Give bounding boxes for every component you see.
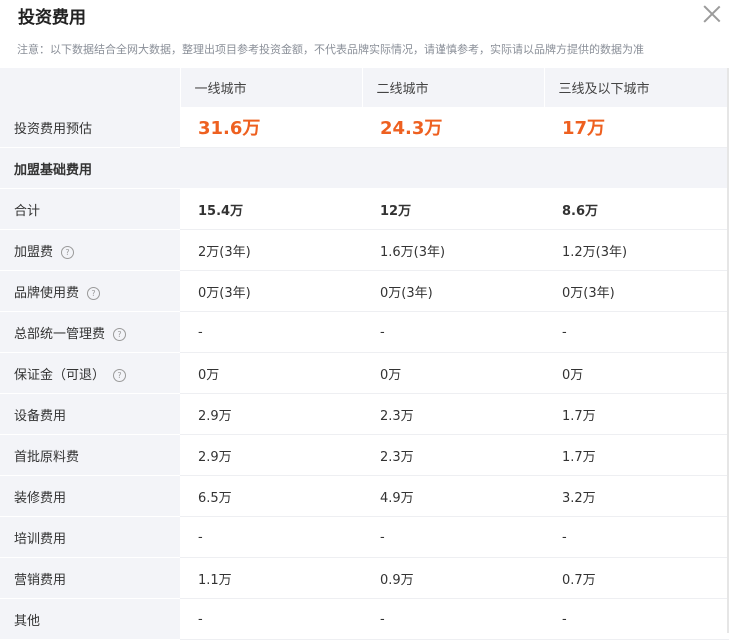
row-label-text: 营销费用 — [14, 572, 67, 588]
cell-value: 0.7万 — [544, 557, 729, 599]
cell-value: 1.6万(3年) — [362, 229, 544, 271]
row-label-text: 加盟费 — [14, 244, 54, 260]
table-row: 总部统一管理费? - - - — [0, 311, 729, 353]
row-label-text: 保证金（可退） — [14, 367, 106, 383]
close-icon[interactable] — [702, 4, 722, 24]
header-empty-cell — [0, 68, 180, 107]
cell-value: 1.7万 — [544, 393, 729, 435]
row-label-text: 设备费用 — [14, 408, 67, 424]
column-header-tier3: 三线及以下城市 — [543, 68, 729, 107]
row-label-text: 总部统一管理费 — [14, 326, 106, 342]
table-header-row: 一线城市 二线城市 三线及以下城市 — [0, 68, 729, 107]
cell-value: 8.6万 — [544, 188, 729, 230]
row-label-text: 装修费用 — [14, 490, 67, 506]
estimate-value-tier1: 31.6万 — [180, 107, 362, 148]
row-label-text: 首批原料费 — [14, 449, 80, 465]
estimate-row: 投资费用预估 31.6万 24.3万 17万 — [0, 107, 729, 148]
help-icon[interactable]: ? — [87, 286, 101, 300]
row-label-text: 合计 — [14, 203, 41, 219]
dialog-header: 投资费用 — [0, 0, 729, 30]
cell-value: - — [180, 311, 362, 353]
estimate-value-tier3: 17万 — [544, 107, 729, 148]
row-label: 首批原料费 — [0, 434, 180, 476]
cell-value: - — [180, 598, 362, 640]
cell-value: 2.3万 — [362, 393, 544, 435]
table-row: 合计 15.4万 12万 8.6万 — [0, 188, 729, 230]
cell-value: - — [362, 311, 544, 353]
cell-value: 0万(3年) — [362, 270, 544, 312]
help-icon[interactable]: ? — [113, 368, 127, 382]
investment-table: 一线城市 二线城市 三线及以下城市 投资费用预估 31.6万 24.3万 17万… — [0, 68, 729, 640]
cell-value: 1.2万(3年) — [544, 229, 729, 271]
row-label: 保证金（可退）? — [0, 352, 180, 394]
help-icon[interactable]: ? — [61, 245, 75, 259]
column-header-tier1: 一线城市 — [179, 68, 362, 107]
row-label: 装修费用 — [0, 475, 180, 517]
row-label: 加盟费? — [0, 229, 180, 271]
table-row: 品牌使用费? 0万(3年) 0万(3年) 0万(3年) — [0, 270, 729, 312]
row-label: 培训费用 — [0, 516, 180, 558]
cell-value: 0万 — [180, 352, 362, 394]
row-label: 合计 — [0, 188, 180, 230]
dialog-title: 投资费用 — [18, 8, 86, 28]
column-header-tier2: 二线城市 — [361, 68, 544, 107]
table-row: 营销费用 1.1万 0.9万 0.7万 — [0, 557, 729, 599]
cell-value: 2.3万 — [362, 434, 544, 476]
table-row: 首批原料费 2.9万 2.3万 1.7万 — [0, 434, 729, 476]
cell-value: 2.9万 — [180, 434, 362, 476]
cell-value: 6.5万 — [180, 475, 362, 517]
cell-value: 15.4万 — [180, 188, 362, 230]
section-title: 加盟基础费用 — [0, 147, 729, 189]
cell-value: - — [544, 311, 729, 353]
table-row: 设备费用 2.9万 2.3万 1.7万 — [0, 393, 729, 435]
cell-value: - — [180, 516, 362, 558]
cell-value: 0万(3年) — [544, 270, 729, 312]
cell-value: - — [362, 516, 544, 558]
row-label: 设备费用 — [0, 393, 180, 435]
row-label: 其他 — [0, 598, 180, 640]
cell-value: 0万 — [362, 352, 544, 394]
row-label: 营销费用 — [0, 557, 180, 599]
cell-value: - — [362, 598, 544, 640]
notice-text: 注意：以下数据结合全网大数据，整理出项目参考投资金额，不代表品牌实际情况，请谨慎… — [17, 43, 644, 56]
cell-value: 2万(3年) — [180, 229, 362, 271]
table-row: 装修费用 6.5万 4.9万 3.2万 — [0, 475, 729, 517]
cell-value: 0.9万 — [362, 557, 544, 599]
estimate-label: 投资费用预估 — [0, 107, 180, 148]
table-row: 培训费用 - - - — [0, 516, 729, 558]
estimate-value-tier2: 24.3万 — [362, 107, 544, 148]
row-label-text: 培训费用 — [14, 531, 67, 547]
help-icon[interactable]: ? — [113, 327, 127, 341]
row-label: 总部统一管理费? — [0, 311, 180, 353]
cell-value: 12万 — [362, 188, 544, 230]
cell-value: 2.9万 — [180, 393, 362, 435]
cell-value: - — [544, 598, 729, 640]
cell-value: 0万(3年) — [180, 270, 362, 312]
table-row: 加盟费? 2万(3年) 1.6万(3年) 1.2万(3年) — [0, 229, 729, 271]
row-label-text: 品牌使用费 — [14, 285, 80, 301]
table-row: 其他 - - - — [0, 598, 729, 640]
cell-value: 1.7万 — [544, 434, 729, 476]
cell-value: - — [544, 516, 729, 558]
row-label: 品牌使用费? — [0, 270, 180, 312]
cell-value: 3.2万 — [544, 475, 729, 517]
cell-value: 0万 — [544, 352, 729, 394]
section-header-row: 加盟基础费用 — [0, 147, 729, 189]
table-row: 保证金（可退）? 0万 0万 0万 — [0, 352, 729, 394]
row-label-text: 其他 — [14, 613, 41, 629]
cell-value: 4.9万 — [362, 475, 544, 517]
cell-value: 1.1万 — [180, 557, 362, 599]
